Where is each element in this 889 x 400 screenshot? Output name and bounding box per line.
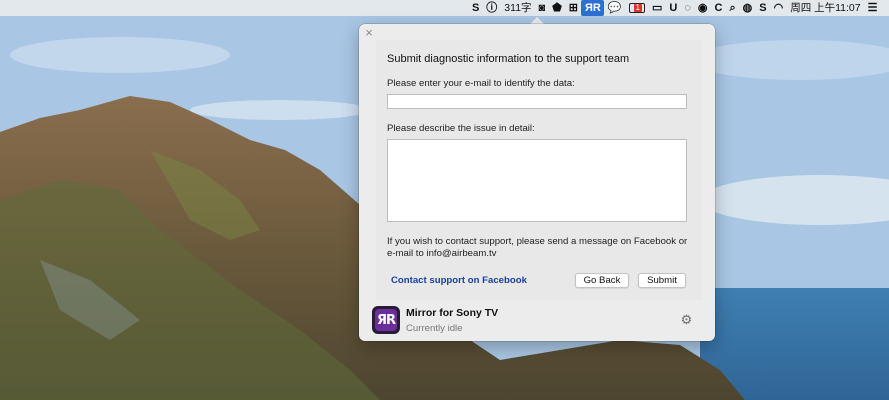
chat-bubble-icon[interactable]: ◌ (681, 0, 695, 16)
submit-button[interactable]: Submit (638, 273, 686, 288)
shield-u-icon[interactable]: U (666, 0, 681, 16)
alert-count: 1 (633, 3, 642, 12)
airbeam-logo-icon: ЯR (375, 309, 397, 331)
airbeam-icon-glyph: ЯR (584, 1, 601, 14)
shield-u-icon-glyph: U (669, 1, 678, 14)
eye-icon-glyph: ◉ (697, 1, 708, 14)
wechat-icon-glyph: 💬 (607, 1, 622, 14)
globe-icon[interactable]: ◍ (739, 0, 756, 16)
s-box-icon[interactable]: S (756, 0, 770, 16)
clock-text: 周四 上午11:07 (790, 2, 861, 14)
gear-icon[interactable]: ⚙ (680, 313, 693, 326)
word-count-text: 311字 (504, 2, 532, 14)
clipboard-icon[interactable]: ◙ (535, 0, 549, 16)
grid-app-icon-glyph: ⊞ (568, 1, 578, 14)
menu-bar: Sⓘ 311字 ◙ ⬟ ⊞ ЯR 💬 1 ▭ U ◌ ◉ C ⌕ ◍ S ◠ 周四 上午11:07 ☰ (0, 0, 889, 16)
s-app-icon[interactable]: S (468, 0, 482, 16)
wifi-icon-glyph: ◠ (773, 1, 784, 14)
battery-badge: 1 (628, 3, 645, 13)
email-label: Please enter your e-mail to identify the… (387, 78, 575, 89)
s-box-icon-glyph: S (759, 1, 767, 14)
c-app-icon[interactable]: C (711, 0, 726, 16)
issue-textarea[interactable] (387, 139, 687, 222)
go-back-button[interactable]: Go Back (575, 273, 629, 288)
wechat-icon[interactable]: 💬 (604, 0, 625, 16)
list-menu-icon-glyph: ☰ (867, 1, 878, 14)
airbeam-icon[interactable]: ЯR (581, 0, 605, 16)
list-menu-icon[interactable]: ☰ (864, 0, 881, 16)
globe-icon-glyph: ◍ (742, 1, 753, 14)
support-hint-text: If you wish to contact support, please s… (387, 236, 688, 259)
video-icon-glyph: ▭ (652, 1, 663, 14)
info-circle-icon-glyph: ⓘ (486, 1, 498, 14)
shield-b-icon[interactable]: ⬟ (549, 0, 566, 16)
word-count-status[interactable]: 311字 (501, 0, 535, 16)
app-name: Mirror for Sony TV (406, 307, 499, 319)
form-title: Submit diagnostic information to the sup… (387, 53, 630, 65)
app-status: Currently idle (406, 323, 463, 334)
wifi-icon[interactable]: ◠ (770, 0, 787, 16)
c-app-icon-glyph: C (714, 1, 723, 14)
chat-bubble-icon-glyph: ◌ (684, 1, 691, 14)
shield-b-icon-glyph: ⬟ (552, 1, 562, 14)
info-circle-icon[interactable]: ⓘ (483, 0, 501, 16)
clock-label[interactable]: 周四 上午11:07 (787, 0, 864, 16)
email-field[interactable] (387, 94, 687, 109)
grid-app-icon[interactable]: ⊞ (565, 0, 581, 16)
issue-label: Please describe the issue in detail: (387, 123, 535, 134)
battery-alert-icon[interactable]: 1 (625, 0, 648, 16)
search-icon[interactable]: ⌕ (726, 0, 739, 16)
search-icon-glyph: ⌕ (729, 1, 736, 14)
s-app-icon-glyph: S (471, 1, 480, 14)
app-icon: ЯR (372, 306, 400, 334)
eye-icon[interactable]: ◉ (694, 0, 711, 16)
video-icon[interactable]: ▭ (649, 0, 666, 16)
clipboard-icon-glyph: ◙ (538, 1, 546, 14)
close-icon[interactable]: × (363, 26, 375, 39)
facebook-support-link[interactable]: Contact support on Facebook (391, 275, 527, 286)
